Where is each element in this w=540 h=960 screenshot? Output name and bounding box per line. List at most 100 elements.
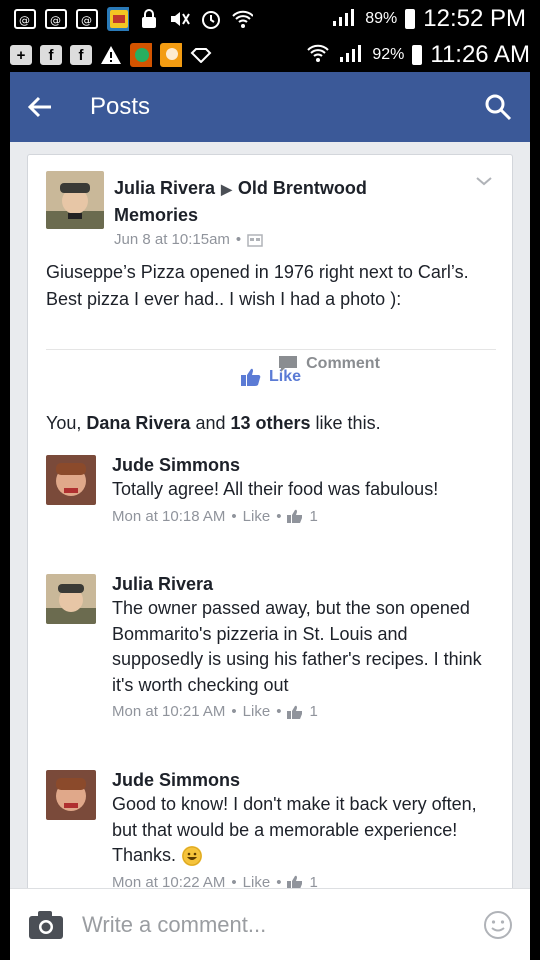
comment-like-button[interactable]: Like xyxy=(243,703,271,720)
notification-email-icon: @ xyxy=(14,9,36,29)
group-audience-icon xyxy=(247,233,263,247)
commenter-avatar[interactable] xyxy=(46,455,96,505)
likes-others[interactable]: 13 others xyxy=(231,413,311,433)
emoji-button[interactable] xyxy=(466,910,530,940)
comment-text: Totally agree! All their food was fabulo… xyxy=(112,479,439,499)
smiley-emoji-icon xyxy=(182,846,203,867)
wifi-icon xyxy=(231,9,253,29)
content-area[interactable]: Julia Rivera ▶ Old Brentwood Memories Jun … xyxy=(10,142,530,888)
comment-like-button[interactable]: Like xyxy=(243,508,271,525)
likes-prefix: You, xyxy=(46,413,87,433)
battery-percent: 89% xyxy=(365,10,398,27)
back-button[interactable] xyxy=(10,72,70,142)
comment-text: Good to know! I don't make it back very … xyxy=(112,792,496,869)
warning-icon xyxy=(100,45,122,65)
comment-composer xyxy=(10,888,530,960)
likes-suffix: like this. xyxy=(310,413,381,433)
wifi-icon xyxy=(306,43,330,68)
comment-body: Jude Simmons Totally agree! All their fo… xyxy=(112,453,496,525)
comment-input[interactable] xyxy=(82,911,466,938)
svg-text:@: @ xyxy=(19,14,30,27)
comment-meta: Mon at 10:22 AM • Like • 1 xyxy=(112,873,496,889)
post-actions: Like Comment xyxy=(46,355,496,399)
post-meta: Jun 8 at 10:15am • xyxy=(114,231,263,248)
chevron-down-icon xyxy=(476,177,492,186)
comment-timestamp[interactable]: Mon at 10:18 AM xyxy=(112,508,225,525)
comment-body: Julia Rivera The owner passed away, but … xyxy=(112,572,496,720)
game-app-icon xyxy=(107,7,129,31)
signal-icon xyxy=(338,43,364,68)
meta-separator: • xyxy=(276,873,282,889)
alarm-icon xyxy=(200,9,222,29)
thumbs-up-icon xyxy=(287,705,303,719)
commenter-name[interactable]: Jude Simmons xyxy=(112,768,496,792)
diamond-icon xyxy=(190,45,212,65)
comment-body: Jude Simmons Good to know! I don't make … xyxy=(112,768,496,888)
svg-text:@: @ xyxy=(81,14,92,27)
author-avatar[interactable] xyxy=(46,171,104,229)
battery-percent: 92% xyxy=(372,46,405,63)
meta-separator: • xyxy=(276,507,282,525)
post-card: Julia Rivera ▶ Old Brentwood Memories Jun … xyxy=(27,154,513,888)
meta-separator: • xyxy=(235,231,242,248)
meta-separator: • xyxy=(231,873,237,889)
search-button[interactable] xyxy=(466,72,530,142)
meta-separator: • xyxy=(231,703,237,720)
clock: 12:52 PM xyxy=(423,5,526,32)
commenter-name[interactable]: Jude Simmons xyxy=(112,453,496,477)
app-icon xyxy=(130,43,152,67)
commenter-avatar[interactable] xyxy=(46,574,96,624)
comment-meta: Mon at 10:21 AM • Like • 1 xyxy=(112,703,496,720)
comment-icon xyxy=(279,356,298,372)
thumbs-up-icon xyxy=(287,875,303,888)
comment-like-count: 1 xyxy=(309,703,318,720)
facebook-notification-icon: f xyxy=(70,45,92,65)
facebook-notification-icon: f xyxy=(40,45,62,65)
camera-icon xyxy=(29,910,63,939)
search-icon xyxy=(485,94,512,121)
likes-name[interactable]: Dana Rivera xyxy=(86,413,190,433)
comment-timestamp[interactable]: Mon at 10:21 AM xyxy=(112,703,225,720)
lock-notification-icon xyxy=(138,9,160,29)
divider xyxy=(46,349,496,350)
comment-button[interactable]: Comment xyxy=(104,355,530,373)
notification-email-icon: @ xyxy=(76,9,98,29)
comment-timestamp[interactable]: Mon at 10:22 AM xyxy=(112,874,225,889)
post-author-line: Julia Rivera ▶ Old Brentwood Memories xyxy=(114,175,444,228)
comment-text-content: Good to know! I don't make it back very … xyxy=(112,794,477,865)
battery-icon xyxy=(412,45,423,65)
svg-text:@: @ xyxy=(50,14,61,27)
comment-like-button[interactable]: Like xyxy=(243,874,271,889)
comment-label: Comment xyxy=(306,355,380,372)
notification-email-icon: @ xyxy=(45,9,67,29)
back-arrow-icon xyxy=(27,96,51,118)
post-body: Giuseppe’s Pizza opened in 1976 right ne… xyxy=(46,262,469,309)
app-icon xyxy=(160,43,182,67)
app-bar: Posts xyxy=(10,72,530,142)
camera-button[interactable] xyxy=(10,910,82,940)
clock: 11:26 AM xyxy=(430,41,530,68)
thumbs-up-icon xyxy=(287,509,303,523)
smiley-icon xyxy=(484,910,512,939)
status-bar-secondary: + f f 92% 11:26 AM xyxy=(0,38,540,72)
status-bar-top: @ @ @ 89% 12:52 PM xyxy=(0,0,540,38)
commenter-avatar[interactable] xyxy=(46,770,96,820)
commenter-name[interactable]: Julia Rivera xyxy=(112,572,496,596)
comment-like-count: 1 xyxy=(309,507,318,525)
post-options-button[interactable] xyxy=(472,169,496,193)
likes-summary[interactable]: You, Dana Rivera and 13 others like this… xyxy=(46,413,506,434)
signal-icon xyxy=(331,7,357,32)
likes-middle: and xyxy=(190,413,231,433)
comment-text: The owner passed away, but the son opene… xyxy=(112,598,482,695)
arrow-right-icon: ▶ xyxy=(221,181,232,197)
author-name[interactable]: Julia Rivera xyxy=(114,178,215,198)
meta-separator: • xyxy=(231,507,237,525)
comment-like-count: 1 xyxy=(309,873,318,889)
post-timestamp[interactable]: Jun 8 at 10:15am xyxy=(114,231,230,248)
meta-separator: • xyxy=(276,703,282,720)
plus-notification-icon: + xyxy=(10,45,32,65)
page-title: Posts xyxy=(90,93,151,120)
comment-meta: Mon at 10:18 AM • Like • 1 xyxy=(112,508,496,525)
battery-icon xyxy=(405,9,416,29)
mute-icon xyxy=(169,9,191,29)
